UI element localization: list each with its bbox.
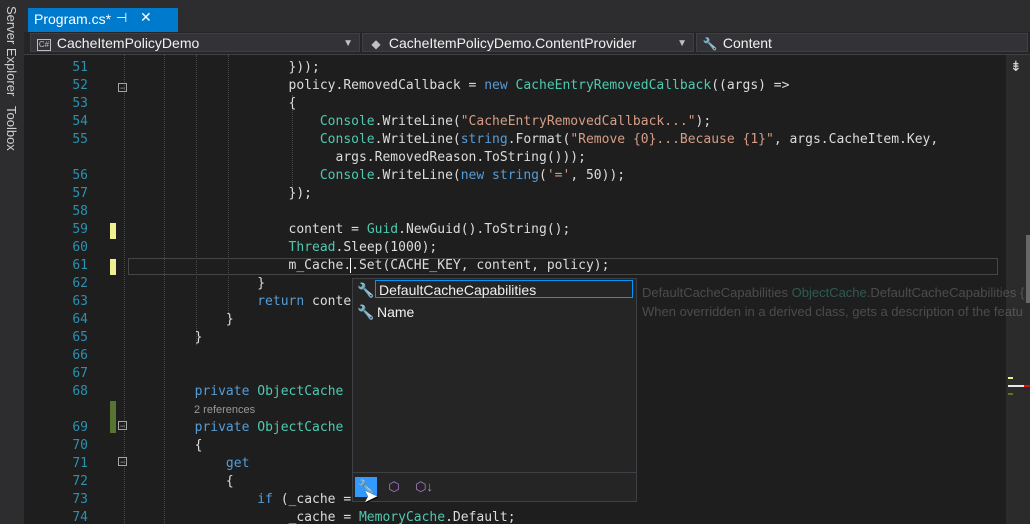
code-text: }));: [132, 60, 320, 75]
line-number: 74: [72, 510, 88, 524]
line-number: 53: [72, 96, 88, 111]
code-text: args.RemovedReason.ToString()));: [132, 150, 586, 165]
line-number: 66: [72, 348, 88, 363]
line-number: 56: [72, 168, 88, 183]
line-number: 64: [72, 312, 88, 327]
code-text: {: [132, 474, 234, 489]
line-number: 70: [72, 438, 88, 453]
code-line[interactable]: 59 content = Guid.NewGuid().ToString();: [24, 221, 1006, 239]
type-dropdown[interactable]: ◆ CacheItemPolicyDemo.ContentProvider ▼: [362, 33, 694, 52]
code-line[interactable]: args.RemovedReason.ToString()));: [24, 149, 1006, 167]
line-number: 60: [72, 240, 88, 255]
saved-change-marker: [1008, 393, 1013, 395]
code-line[interactable]: 54 Console.WriteLine("CacheEntryRemovedC…: [24, 113, 1006, 131]
code-text: private ObjectCache: [194, 384, 344, 399]
close-icon[interactable]: ✕: [140, 9, 152, 26]
member-dropdown-label: Content: [722, 35, 772, 51]
code-line[interactable]: 60 Thread.Sleep(1000);: [24, 239, 1006, 257]
extension-method-filter-icon[interactable]: ⬡↓: [413, 477, 435, 497]
project-dropdown-label: CacheItemPolicyDemo: [56, 35, 200, 51]
code-text: private ObjectCache: [194, 420, 344, 435]
chevron-down-icon: ▼: [677, 38, 687, 49]
mouse-pointer-icon: ➤: [363, 486, 379, 506]
tooltip-signature: DefaultCacheCapabilities ObjectCache.Def…: [642, 285, 1025, 300]
method-filter-icon[interactable]: ⬡: [383, 477, 405, 497]
class-icon: ◆: [371, 37, 381, 51]
wrench-icon: 🔧: [357, 304, 375, 320]
code-text: policy.RemovedCallback = new CacheEntryR…: [132, 78, 790, 93]
line-number: 69: [72, 420, 88, 435]
code-text: _cache = MemoryCache.Default;: [132, 510, 516, 524]
code-line[interactable]: 55 Console.WriteLine(string.Format("Remo…: [24, 131, 1006, 149]
line-number: 67: [72, 366, 88, 381]
left-tool-strip: Server Explorer Toolbox: [0, 0, 24, 524]
intellisense-popup[interactable]: 🔧 DefaultCacheCapabilities 🔧 Name 🔧 ⬡ ⬡↓: [352, 278, 637, 502]
tab-title: Program.cs*: [34, 11, 112, 27]
line-number: 61: [72, 258, 88, 273]
line-number: 54: [72, 114, 88, 129]
completion-filter-bar: 🔧 ⬡ ⬡↓: [353, 472, 636, 501]
code-text: content = Guid.NewGuid().ToString();: [132, 222, 571, 237]
line-number: 51: [72, 60, 88, 75]
line-number: 65: [72, 330, 88, 345]
completion-item-name[interactable]: 🔧 Name: [355, 302, 635, 322]
code-text: if (_cache =: [257, 492, 352, 507]
code-line[interactable]: 53 {: [24, 95, 1006, 113]
codelens-references[interactable]: 2 references: [194, 401, 255, 419]
document-tab-bar: Program.cs* ⊣ ✕: [24, 0, 1030, 32]
code-line[interactable]: 52 policy.RemovedCallback = new CacheEnt…: [24, 77, 1006, 95]
cs-project-icon: C#: [36, 38, 52, 51]
change-marker: [1008, 377, 1013, 379]
tooltip-description: When overridden in a derived class, gets…: [642, 304, 1023, 319]
line-number: 52: [72, 78, 88, 93]
code-line[interactable]: 57 });: [24, 185, 1006, 203]
code-line[interactable]: 51 }));: [24, 59, 1006, 77]
code-text: Console.WriteLine(string.Format("Remove …: [319, 132, 939, 147]
code-text: {: [132, 438, 203, 453]
server-explorer-tab[interactable]: Server Explorer: [4, 6, 19, 96]
code-line[interactable]: 61 m_Cache..Set(CACHE_KEY, content, poli…: [24, 257, 1006, 275]
wrench-icon: 🔧: [702, 37, 718, 51]
code-text: Console.WriteLine("CacheEntryRemovedCall…: [319, 114, 712, 129]
line-number: 62: [72, 276, 88, 291]
code-text: Thread.Sleep(1000);: [288, 240, 438, 255]
type-dropdown-label: CacheItemPolicyDemo.ContentProvider: [388, 35, 637, 51]
member-dropdown[interactable]: 🔧 Content: [696, 33, 1028, 52]
code-text: return conte: [257, 294, 352, 309]
code-text: }: [132, 312, 234, 327]
line-number: 58: [72, 204, 88, 219]
line-number: 59: [72, 222, 88, 237]
line-number: 72: [72, 474, 88, 489]
error-marker: [1024, 385, 1030, 387]
line-number: 68: [72, 384, 88, 399]
line-number: 63: [72, 294, 88, 309]
line-number: 55: [72, 132, 88, 147]
project-dropdown[interactable]: C# CacheItemPolicyDemo ▼: [30, 33, 360, 52]
code-text: });: [132, 186, 313, 201]
line-number: 73: [72, 492, 88, 507]
split-window-icon[interactable]: ⇟: [1010, 58, 1022, 75]
line-number: 71: [72, 456, 88, 471]
tab-program-cs[interactable]: Program.cs* ⊣ ✕: [28, 8, 178, 32]
code-text: Console.WriteLine(new string('=', 50));: [319, 168, 626, 183]
code-text: m_Cache..Set(CACHE_KEY, content, policy)…: [132, 258, 610, 273]
wrench-icon: 🔧: [357, 282, 375, 298]
line-number: 57: [72, 186, 88, 201]
toolbox-tab[interactable]: Toolbox: [4, 106, 19, 151]
navigation-bar: C# CacheItemPolicyDemo ▼ ◆ CacheItemPoli…: [24, 32, 1030, 55]
code-line[interactable]: 58: [24, 203, 1006, 221]
code-text: }: [132, 330, 203, 345]
code-text: }: [132, 276, 266, 291]
chevron-down-icon: ▼: [343, 38, 353, 49]
completion-item-default-cache-capabilities[interactable]: 🔧 DefaultCacheCapabilities: [355, 280, 635, 300]
quick-info-tooltip: DefaultCacheCapabilities ObjectCache.Def…: [642, 283, 1028, 321]
code-text: {: [132, 96, 297, 111]
code-line[interactable]: 74 _cache = MemoryCache.Default;: [24, 509, 1006, 524]
code-text: get: [225, 456, 250, 471]
code-line[interactable]: 56 Console.WriteLine(new string('=', 50)…: [24, 167, 1006, 185]
pin-icon[interactable]: ⊣: [116, 10, 127, 26]
